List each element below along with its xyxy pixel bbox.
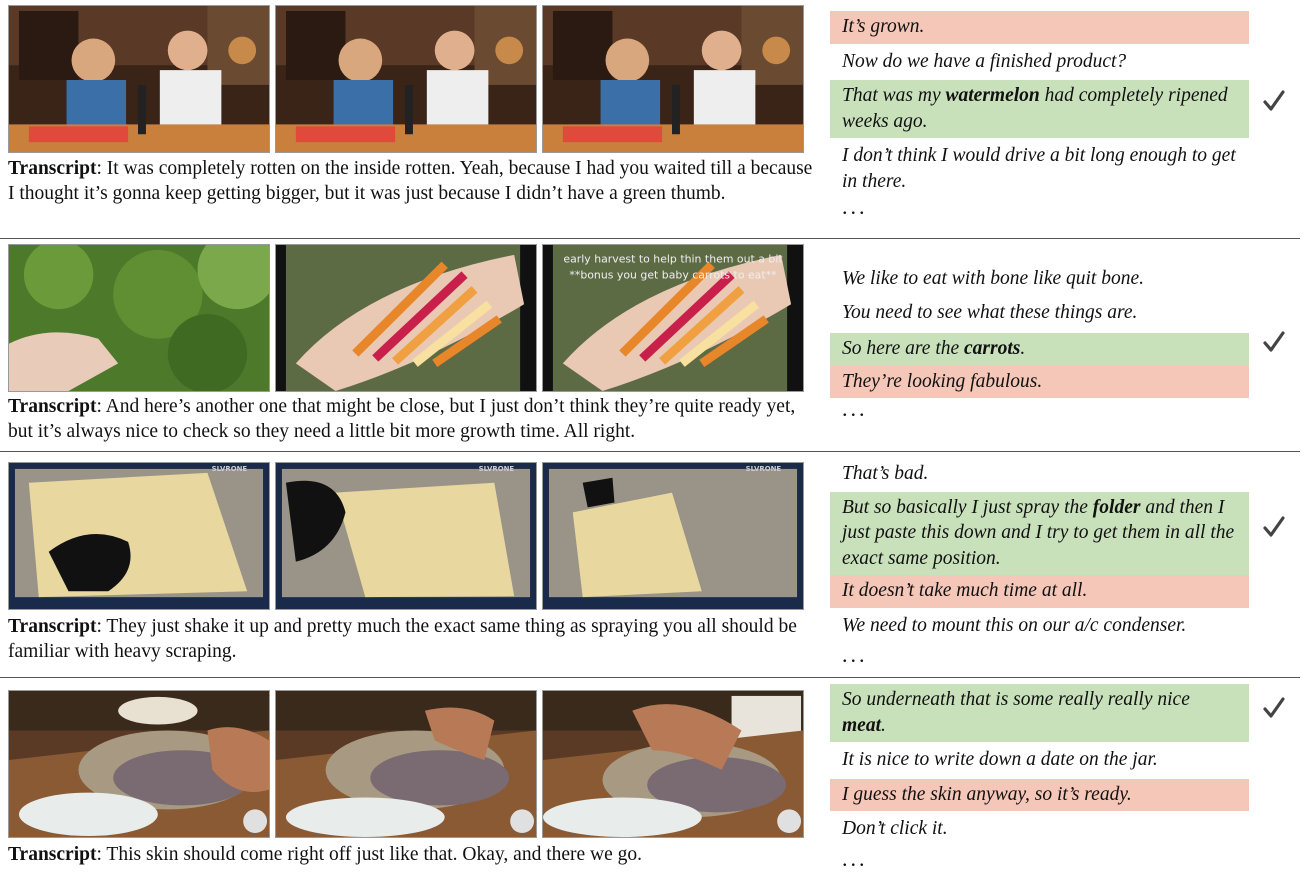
- example-row-3: SLVRONE SLVRONE SLVRONE Transcript: They: [0, 452, 1308, 677]
- caption-candidate: It is nice to write down a date on the j…: [842, 749, 1158, 770]
- video-frame: SLVRONE: [275, 462, 537, 610]
- video-frames: early harvest to help thin them out a bi…: [8, 244, 808, 394]
- video-frames: [8, 690, 808, 840]
- caption-list: It’s grown. Now do we have a finished pr…: [830, 11, 1250, 219]
- transcript-body: : This skin should come right off just l…: [96, 844, 643, 865]
- caption-candidate: We like to eat with bone like quit bone.: [842, 268, 1145, 289]
- caption-distractor: They’re looking fabulous.: [830, 365, 1249, 398]
- caption-candidate: Now do we have a finished product?: [842, 50, 1127, 72]
- caption-correct: So here are the carrots.: [830, 333, 1249, 366]
- caption-candidate: We need to mount this on our a/c condens…: [842, 614, 1187, 636]
- checkmark-icon: [1262, 89, 1286, 113]
- video-watermark: SLVRONE: [479, 465, 515, 473]
- caption-correct: That was my watermelon had completely ri…: [830, 80, 1249, 138]
- ellipsis: ...: [842, 396, 868, 421]
- ellipsis: ...: [842, 845, 868, 871]
- video-frame: [275, 5, 537, 153]
- video-watermark: SLVRONE: [212, 465, 248, 473]
- caption-distractor: It’s grown.: [830, 11, 1249, 44]
- video-overlay-text: early harvest to help thin them out a bi…: [563, 253, 782, 266]
- video-frame: early harvest to help thin them out a bi…: [542, 244, 804, 392]
- example-row-4: Transcript: This skin should come right …: [0, 678, 1308, 874]
- caption-list: That’s bad. But so basically I just spra…: [830, 458, 1250, 667]
- transcript-label: Transcript: [8, 616, 97, 637]
- transcript-text: Transcript: And here’s another one that …: [8, 394, 818, 444]
- caption-candidate: You need to see what these things are.: [842, 301, 1138, 323]
- transcript-body: : They just shake it up and pretty much …: [8, 616, 797, 662]
- transcript-label: Transcript: [8, 158, 97, 179]
- checkmark-icon: [1262, 515, 1286, 539]
- transcript-label: Transcript: [8, 396, 97, 417]
- video-frame: [8, 690, 270, 838]
- video-frame: SLVRONE: [8, 462, 270, 610]
- video-frames: SLVRONE SLVRONE SLVRONE: [8, 462, 808, 612]
- caption-correct: So underneath that is some really really…: [830, 684, 1249, 742]
- transcript-text: Transcript: They just shake it up and pr…: [8, 614, 818, 664]
- video-frame: [8, 244, 270, 392]
- caption-candidate: Don’t click it.: [842, 818, 948, 839]
- caption-candidate: I don’t think I would drive a bit long e…: [842, 145, 1236, 192]
- checkmark-icon: [1262, 696, 1286, 720]
- example-row-1: Transcript: It was completely rotten on …: [0, 0, 1308, 238]
- caption-list: We like to eat with bone like quit bone.…: [830, 263, 1250, 421]
- video-watermark: SLVRONE: [746, 465, 782, 473]
- video-frame: [8, 5, 270, 153]
- video-frame: [542, 690, 804, 838]
- video-frame: [542, 5, 804, 153]
- checkmark-icon: [1262, 330, 1286, 354]
- caption-list: So underneath that is some really really…: [830, 684, 1250, 871]
- caption-correct: But so basically I just spray the folder…: [830, 491, 1249, 575]
- video-frame: [275, 244, 537, 392]
- example-row-2: early harvest to help thin them out a bi…: [0, 239, 1308, 451]
- ellipsis: ...: [842, 194, 868, 219]
- video-overlay-text: **bonus you get baby carrots to eat**: [569, 269, 777, 282]
- transcript-text: Transcript: This skin should come right …: [8, 842, 818, 867]
- caption-distractor: It doesn’t take much time at all.: [830, 575, 1249, 608]
- caption-distractor: I guess the skin anyway, so it’s ready.: [830, 778, 1249, 811]
- transcript-text: Transcript: It was completely rotten on …: [8, 156, 818, 206]
- caption-candidate: That’s bad.: [842, 463, 929, 484]
- video-frames: [8, 5, 808, 155]
- ellipsis: ...: [842, 642, 868, 667]
- video-frame: [275, 690, 537, 838]
- transcript-body: : It was completely rotten on the inside…: [8, 158, 813, 204]
- transcript-label: Transcript: [8, 844, 97, 865]
- transcript-body: : And here’s another one that might be c…: [8, 396, 796, 442]
- video-frame: SLVRONE: [542, 462, 804, 610]
